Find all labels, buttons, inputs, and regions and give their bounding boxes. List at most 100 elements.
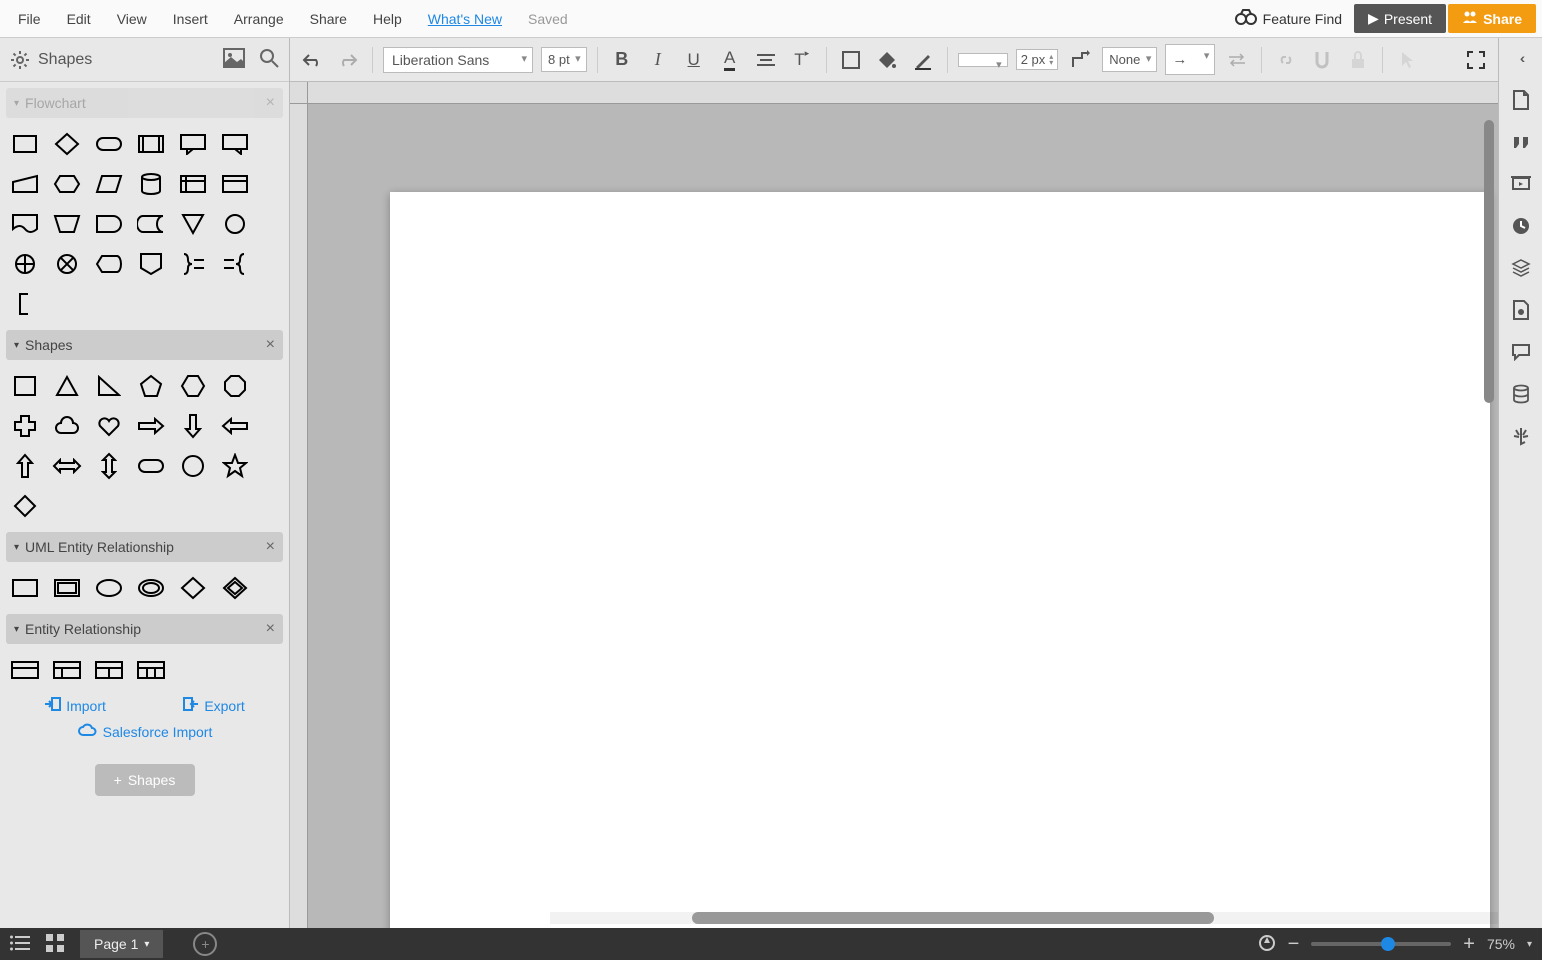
align-button[interactable] bbox=[752, 46, 780, 74]
font-size-select[interactable]: 8 pt bbox=[541, 47, 587, 72]
shape-arrow-left[interactable] bbox=[220, 412, 250, 440]
vertical-scrollbar[interactable] bbox=[1484, 104, 1494, 912]
close-icon[interactable]: × bbox=[266, 94, 275, 112]
zoom-slider[interactable] bbox=[1311, 942, 1451, 946]
actions-icon[interactable] bbox=[1507, 422, 1535, 450]
scrollbar-thumb[interactable] bbox=[1484, 120, 1494, 403]
shape-connector[interactable] bbox=[220, 210, 250, 238]
menu-edit[interactable]: Edit bbox=[55, 3, 103, 35]
menu-help[interactable]: Help bbox=[361, 3, 414, 35]
gear-icon[interactable] bbox=[10, 50, 30, 70]
shape-rounded-rect[interactable] bbox=[136, 452, 166, 480]
text-color-button[interactable]: A bbox=[716, 46, 744, 74]
shape-triangle[interactable] bbox=[52, 372, 82, 400]
shape-cloud[interactable] bbox=[52, 412, 82, 440]
shape-weak-entity[interactable] bbox=[52, 574, 82, 602]
font-select[interactable]: Liberation Sans bbox=[383, 47, 533, 73]
shape-arrow-down[interactable] bbox=[178, 412, 208, 440]
target-icon[interactable] bbox=[1258, 934, 1276, 955]
line-end-select[interactable]: → bbox=[1165, 44, 1215, 75]
quotes-icon[interactable] bbox=[1507, 128, 1535, 156]
shape-right-triangle[interactable] bbox=[94, 372, 124, 400]
shape-arrow-leftright[interactable] bbox=[52, 452, 82, 480]
import-button[interactable]: Import bbox=[44, 696, 106, 715]
close-icon[interactable]: × bbox=[266, 538, 275, 556]
shape-card[interactable] bbox=[220, 170, 250, 198]
theme-icon[interactable] bbox=[1507, 296, 1535, 324]
line-color-button[interactable] bbox=[909, 46, 937, 74]
data-icon[interactable] bbox=[1507, 380, 1535, 408]
shape-offpage[interactable] bbox=[136, 250, 166, 278]
shape-table-4col[interactable] bbox=[136, 656, 166, 684]
border-button[interactable] bbox=[837, 46, 865, 74]
shape-manual-op[interactable] bbox=[52, 210, 82, 238]
category-flowchart-header[interactable]: ▾ Flowchart × bbox=[6, 88, 283, 118]
italic-button[interactable]: I bbox=[644, 46, 672, 74]
canvas-area[interactable] bbox=[290, 82, 1498, 928]
close-icon[interactable]: × bbox=[266, 620, 275, 638]
horizontal-scrollbar[interactable] bbox=[550, 912, 1498, 924]
shape-arrow-right[interactable] bbox=[136, 412, 166, 440]
shape-rect[interactable] bbox=[10, 130, 40, 158]
cursor-button[interactable] bbox=[1393, 46, 1421, 74]
shape-brace-left[interactable] bbox=[220, 250, 250, 278]
presentation-icon[interactable] bbox=[1507, 170, 1535, 198]
undo-button[interactable] bbox=[298, 46, 326, 74]
underline-button[interactable]: U bbox=[680, 46, 708, 74]
ruler-horizontal[interactable] bbox=[308, 82, 1498, 104]
shape-manual-input[interactable] bbox=[10, 170, 40, 198]
shape-table-1col[interactable] bbox=[10, 656, 40, 684]
shape-octagon[interactable] bbox=[220, 372, 250, 400]
category-uml-header[interactable]: ▾ UML Entity Relationship × bbox=[6, 532, 283, 562]
menu-whatsnew[interactable]: What's New bbox=[416, 3, 514, 35]
comments-icon[interactable] bbox=[1507, 338, 1535, 366]
menu-arrange[interactable]: Arrange bbox=[222, 3, 296, 35]
shape-table-2col[interactable] bbox=[52, 656, 82, 684]
shape-relationship[interactable] bbox=[178, 574, 208, 602]
add-page-button[interactable]: + bbox=[193, 932, 217, 956]
stroke-width-input[interactable]: 2 px▴▾ bbox=[1016, 49, 1059, 70]
menu-share[interactable]: Share bbox=[298, 3, 359, 35]
line-start-select[interactable]: None bbox=[1102, 47, 1157, 72]
add-shapes-button[interactable]: + Shapes bbox=[95, 764, 195, 796]
list-view-icon[interactable] bbox=[10, 935, 30, 954]
shape-weak-relationship[interactable] bbox=[220, 574, 250, 602]
shape-diamond-small[interactable] bbox=[10, 492, 40, 520]
category-er-header[interactable]: ▾ Entity Relationship × bbox=[6, 614, 283, 644]
shape-star[interactable] bbox=[220, 452, 250, 480]
shape-attribute[interactable] bbox=[94, 574, 124, 602]
export-button[interactable]: Export bbox=[182, 696, 244, 715]
present-button[interactable]: ▶ Present bbox=[1354, 4, 1446, 33]
scrollbar-thumb[interactable] bbox=[692, 912, 1213, 924]
image-icon[interactable] bbox=[223, 48, 245, 71]
bold-button[interactable]: B bbox=[608, 46, 636, 74]
shape-database[interactable] bbox=[136, 170, 166, 198]
page-tab[interactable]: Page 1 ▾ bbox=[80, 930, 163, 958]
canvas-page[interactable] bbox=[390, 192, 1490, 928]
document-icon[interactable] bbox=[1507, 86, 1535, 114]
history-icon[interactable] bbox=[1507, 212, 1535, 240]
zoom-in-button[interactable]: + bbox=[1463, 933, 1475, 956]
fill-button[interactable] bbox=[873, 46, 901, 74]
swap-ends-button[interactable] bbox=[1223, 46, 1251, 74]
shape-circle[interactable] bbox=[178, 452, 208, 480]
lock-button[interactable] bbox=[1344, 46, 1372, 74]
shape-hexagon[interactable] bbox=[52, 170, 82, 198]
magnet-button[interactable] bbox=[1308, 46, 1336, 74]
shape-display[interactable] bbox=[94, 250, 124, 278]
shape-callout[interactable] bbox=[178, 130, 208, 158]
slider-thumb[interactable] bbox=[1381, 937, 1395, 951]
shape-note[interactable] bbox=[10, 290, 40, 318]
feature-find-button[interactable]: Feature Find bbox=[1235, 9, 1342, 28]
shape-callout-right[interactable] bbox=[220, 130, 250, 158]
shape-cross[interactable] bbox=[10, 412, 40, 440]
shape-parallelogram[interactable] bbox=[94, 170, 124, 198]
shape-arrow-updown[interactable] bbox=[94, 452, 124, 480]
shape-entity[interactable] bbox=[10, 574, 40, 602]
redo-button[interactable] bbox=[334, 46, 362, 74]
shape-pentagon[interactable] bbox=[136, 372, 166, 400]
layers-icon[interactable] bbox=[1507, 254, 1535, 282]
shape-table-3col[interactable] bbox=[94, 656, 124, 684]
zoom-out-button[interactable]: − bbox=[1288, 933, 1300, 956]
shape-arrow-up[interactable] bbox=[10, 452, 40, 480]
